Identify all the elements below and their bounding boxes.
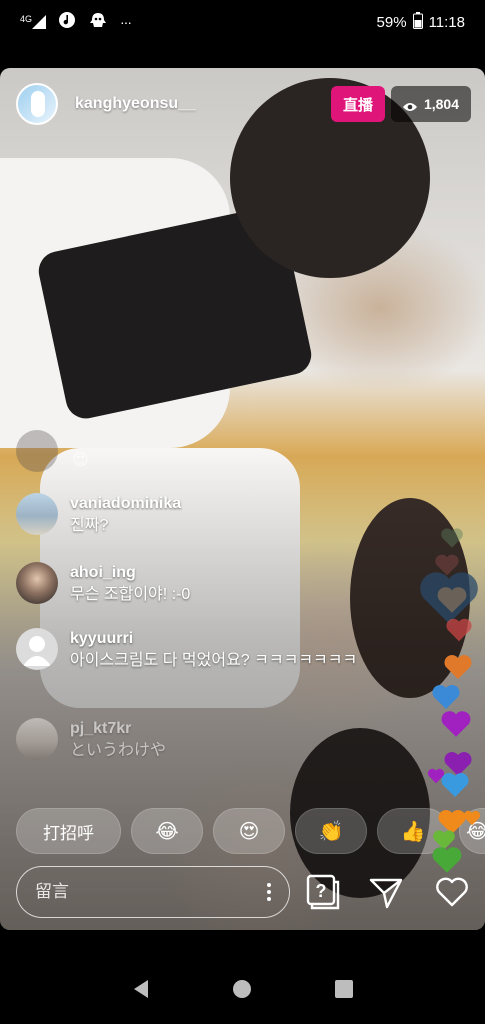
comment-message: 아이스크림도 다 먹었어요? ㅋㅋㅋㅋㅋㅋㅋ <box>70 652 358 669</box>
status-left: 4G ··· <box>20 11 132 33</box>
comment-item: kyyuurri 아이스크림도 다 먹었어요? ㅋㅋㅋㅋㅋㅋㅋ <box>16 628 415 672</box>
comment-item: ahoi_ing 무슨 조합이야! :-0 <box>16 562 415 606</box>
comment-username[interactable]: kyyuurri <box>70 628 415 650</box>
comment-body: vaniadominika 진짜? <box>70 493 415 537</box>
heart-eyes-emoji-faded: 😍 <box>72 452 89 469</box>
eye-icon <box>402 99 417 111</box>
comment-body: kyyuurri 아이스크림도 다 먹었어요? ㅋㅋㅋㅋㅋㅋㅋ <box>70 628 415 672</box>
comment-input[interactable] <box>35 882 255 902</box>
commenter-avatar[interactable] <box>16 493 58 535</box>
live-badge: 直播 <box>330 86 385 122</box>
comment-bar <box>16 866 290 918</box>
emoji-laugh-button-2[interactable]: 😂 <box>459 808 485 854</box>
comment-item: vaniadominika 진짜? <box>16 493 415 537</box>
status-right: 59% 11:18 <box>376 11 465 33</box>
live-header: kanghyeonsu__ 直播 1,804 <box>16 82 471 126</box>
svg-text:?: ? <box>316 881 327 901</box>
comment-username[interactable]: pj_kt7kr <box>70 718 415 740</box>
comment-body: ahoi_ing 무슨 조합이야! :-0 <box>70 562 415 606</box>
send-icon[interactable] <box>366 872 406 912</box>
back-icon[interactable] <box>130 978 152 1005</box>
emoji-clap-button[interactable]: 👏 <box>295 808 367 854</box>
default-avatar-icon[interactable] <box>16 628 58 670</box>
host-username[interactable]: kanghyeonsu__ <box>75 95 196 113</box>
commenter-avatar[interactable] <box>16 718 58 760</box>
app-notification-icon <box>58 11 76 33</box>
comment-body: pj_kt7kr というわけや <box>70 718 415 762</box>
battery-icon <box>412 11 423 33</box>
status-bar: 4G ··· 59% 11:18 <box>0 0 485 44</box>
heart-icon[interactable] <box>432 872 472 912</box>
host-avatar[interactable] <box>16 83 58 125</box>
ghost-notification-icon <box>88 11 108 33</box>
viewer-count-button[interactable]: 1,804 <box>390 86 471 122</box>
battery-text: 59% <box>376 13 407 31</box>
recents-icon[interactable] <box>333 978 355 1005</box>
signal-bars <box>32 15 47 29</box>
comment-username[interactable]: ahoi_ing <box>70 562 415 584</box>
quick-reactions: 打招呼 😂 😍 👏 👍 😂 <box>16 808 485 854</box>
comment-message: というわけや <box>70 742 167 759</box>
greet-button[interactable]: 打招呼 <box>16 808 121 854</box>
comment-item: pj_kt7kr というわけや <box>16 718 415 762</box>
comment-message: 진짜? <box>70 517 109 534</box>
system-nav-bar <box>0 958 485 1024</box>
question-box-icon[interactable]: ? <box>302 872 342 912</box>
home-icon[interactable] <box>231 978 253 1005</box>
comment-message: 무슨 조합이야! :-0 <box>70 586 191 603</box>
emoji-thumbs-up-button[interactable]: 👍 <box>377 808 449 854</box>
more-options-icon[interactable] <box>267 883 271 901</box>
network-type: 4G <box>20 14 33 24</box>
viewer-count: 1,804 <box>423 96 459 112</box>
comment-username[interactable]: vaniadominika <box>70 493 415 515</box>
faded-comment-avatar <box>16 430 58 472</box>
emoji-laugh-button[interactable]: 😂 <box>131 808 203 854</box>
commenter-avatar[interactable] <box>16 562 58 604</box>
signal-icon: 4G <box>20 14 47 29</box>
emoji-heart-eyes-button[interactable]: 😍 <box>213 808 285 854</box>
more-notifications-icon: ··· <box>120 14 132 30</box>
clock: 11:18 <box>428 13 465 31</box>
